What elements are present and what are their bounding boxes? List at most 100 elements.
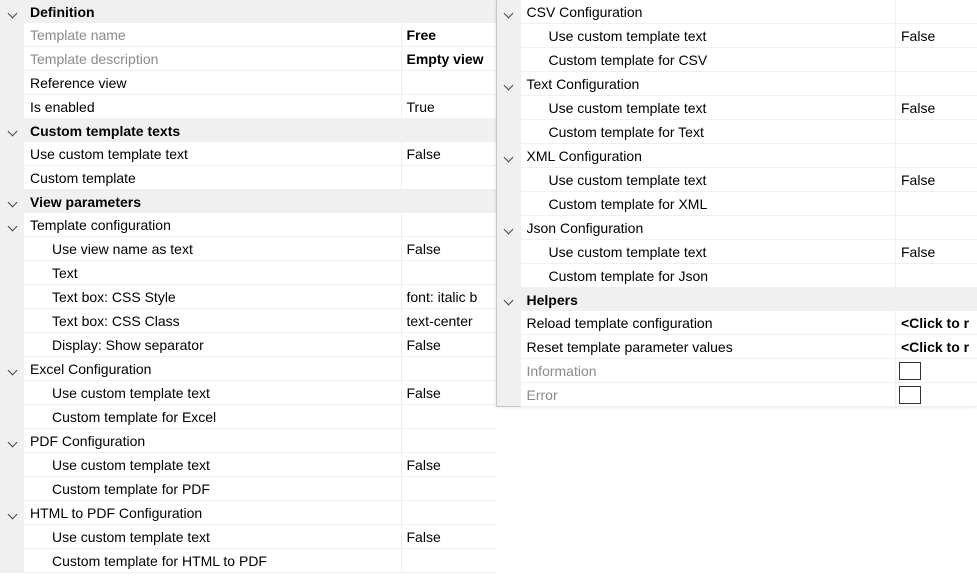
property-value[interactable] xyxy=(401,70,498,95)
property-label: Reset template parameter values xyxy=(520,334,896,359)
property-row-is-enabled[interactable]: Is enabled True xyxy=(0,94,498,119)
property-row-xml-custom-template[interactable]: Custom template for XML xyxy=(496,191,977,216)
expander-xml-configuration[interactable] xyxy=(496,143,521,168)
group-label: PDF Configuration xyxy=(24,428,402,453)
property-value[interactable]: False xyxy=(401,380,498,405)
property-row-template-description[interactable]: Template description Empty view xyxy=(0,46,498,71)
chevron-down-icon xyxy=(503,224,514,234)
group-template-configuration[interactable]: Template configuration xyxy=(0,213,498,237)
group-text-configuration[interactable]: Text Configuration xyxy=(496,71,977,96)
property-row-css-class[interactable]: Text box: CSS Class text-center xyxy=(0,308,498,333)
property-label: Custom template for HTML to PDF xyxy=(24,548,402,573)
property-row-template-name[interactable]: Template name Free xyxy=(0,23,498,47)
property-value[interactable]: False xyxy=(401,524,498,549)
expander-excel-configuration[interactable] xyxy=(0,356,24,381)
group-label: XML Configuration xyxy=(520,143,896,168)
property-row-custom-template[interactable]: Custom template xyxy=(0,165,498,190)
category-custom-template-texts[interactable]: Custom template texts xyxy=(0,118,498,142)
reload-template-button[interactable]: <Click to r xyxy=(895,311,977,335)
expander-helpers[interactable] xyxy=(496,287,521,311)
property-value[interactable]: True xyxy=(401,94,498,119)
property-label: Reload template configuration xyxy=(520,311,896,335)
property-label: Custom template for Excel xyxy=(24,404,402,429)
group-pdf-configuration[interactable]: PDF Configuration xyxy=(0,428,498,453)
property-value[interactable]: False xyxy=(401,452,498,477)
property-row-pdf-use-custom[interactable]: Use custom template text False xyxy=(0,452,498,477)
property-value[interactable]: Empty view xyxy=(401,46,498,71)
property-row-text-custom-template[interactable]: Custom template for Text xyxy=(496,119,977,144)
chevron-down-icon xyxy=(503,295,514,306)
property-row-json-use-custom[interactable]: Use custom template text False xyxy=(496,239,977,264)
expander-pdf-configuration[interactable] xyxy=(0,428,24,453)
property-value[interactable]: text-center xyxy=(401,308,498,333)
property-row-use-view-name-as-text[interactable]: Use view name as text False xyxy=(0,236,498,261)
property-value[interactable]: Free xyxy=(401,23,498,47)
checkbox-icon[interactable] xyxy=(899,385,921,404)
property-row-reset-template-parameter-values[interactable]: Reset template parameter values <Click t… xyxy=(496,334,977,359)
chevron-down-icon xyxy=(7,8,17,18)
property-row-csv-custom-template[interactable]: Custom template for CSV xyxy=(496,47,977,72)
property-row-reference-view[interactable]: Reference view xyxy=(0,70,498,95)
chevron-down-icon xyxy=(503,80,514,90)
expander-template-configuration[interactable] xyxy=(0,213,24,237)
property-value[interactable]: font: italic b xyxy=(401,284,498,309)
group-html-to-pdf-configuration[interactable]: HTML to PDF Configuration xyxy=(0,500,498,525)
property-value[interactable]: False xyxy=(895,239,977,264)
property-row-excel-use-custom[interactable]: Use custom template text False xyxy=(0,380,498,405)
property-value[interactable] xyxy=(895,263,977,288)
property-row-html-pdf-custom-template[interactable]: Custom template for HTML to PDF xyxy=(0,548,498,573)
expander-custom-template-texts[interactable] xyxy=(0,118,24,142)
expander-definition[interactable] xyxy=(0,0,24,23)
property-value[interactable]: False xyxy=(401,236,498,261)
property-label: Use custom template text xyxy=(24,380,402,405)
property-value[interactable]: False xyxy=(401,142,498,166)
property-row-information[interactable]: Information xyxy=(496,358,977,383)
property-row-text[interactable]: Text xyxy=(0,260,498,285)
property-value[interactable] xyxy=(401,165,498,190)
property-value[interactable]: False xyxy=(895,23,977,48)
property-value[interactable] xyxy=(401,476,498,501)
property-row-excel-custom-template[interactable]: Custom template for Excel xyxy=(0,404,498,429)
category-view-parameters[interactable]: View parameters xyxy=(0,189,498,213)
group-json-configuration[interactable]: Json Configuration xyxy=(496,215,977,240)
category-definition[interactable]: Definition xyxy=(0,0,498,23)
property-value[interactable] xyxy=(895,47,977,72)
property-value[interactable] xyxy=(401,260,498,285)
checkbox-icon[interactable] xyxy=(899,361,921,380)
property-row-pdf-custom-template[interactable]: Custom template for PDF xyxy=(0,476,498,501)
property-row-css-style[interactable]: Text box: CSS Style font: italic b xyxy=(0,284,498,309)
chevron-down-icon xyxy=(7,197,17,208)
property-row-error[interactable]: Error xyxy=(496,382,977,407)
property-value[interactable] xyxy=(895,191,977,216)
property-value[interactable]: False xyxy=(895,95,977,120)
expander-view-parameters[interactable] xyxy=(0,189,24,213)
property-label: Text xyxy=(24,260,402,285)
group-label: HTML to PDF Configuration xyxy=(24,500,402,525)
category-label: Helpers xyxy=(520,287,977,311)
expander-json-configuration[interactable] xyxy=(496,215,521,240)
property-value[interactable] xyxy=(401,404,498,429)
property-value[interactable]: False xyxy=(895,167,977,192)
chevron-down-icon xyxy=(7,126,17,137)
property-value[interactable] xyxy=(895,119,977,144)
group-csv-configuration[interactable]: CSV Configuration xyxy=(496,0,977,24)
property-row-html-pdf-use-custom[interactable]: Use custom template text False xyxy=(0,524,498,549)
property-row-json-custom-template[interactable]: Custom template for Json xyxy=(496,263,977,288)
group-excel-configuration[interactable]: Excel Configuration xyxy=(0,356,498,381)
property-value[interactable] xyxy=(401,548,498,573)
property-label: Template description xyxy=(24,46,402,71)
property-row-text-use-custom[interactable]: Use custom template text False xyxy=(496,95,977,120)
category-label: Custom template texts xyxy=(24,118,498,142)
property-row-reload-template-configuration[interactable]: Reload template configuration <Click to … xyxy=(496,311,977,335)
property-row-use-custom-template-text[interactable]: Use custom template text False xyxy=(0,142,498,166)
property-row-csv-use-custom[interactable]: Use custom template text False xyxy=(496,23,977,48)
property-row-show-separator[interactable]: Display: Show separator False xyxy=(0,332,498,357)
property-value[interactable]: False xyxy=(401,332,498,357)
group-xml-configuration[interactable]: XML Configuration xyxy=(496,143,977,168)
property-row-xml-use-custom[interactable]: Use custom template text False xyxy=(496,167,977,192)
expander-text-configuration[interactable] xyxy=(496,71,521,96)
expander-html-to-pdf-configuration[interactable] xyxy=(0,500,24,525)
expander-csv-configuration[interactable] xyxy=(496,0,521,24)
category-helpers[interactable]: Helpers xyxy=(496,287,977,311)
reset-parameters-button[interactable]: <Click to r xyxy=(895,334,977,359)
